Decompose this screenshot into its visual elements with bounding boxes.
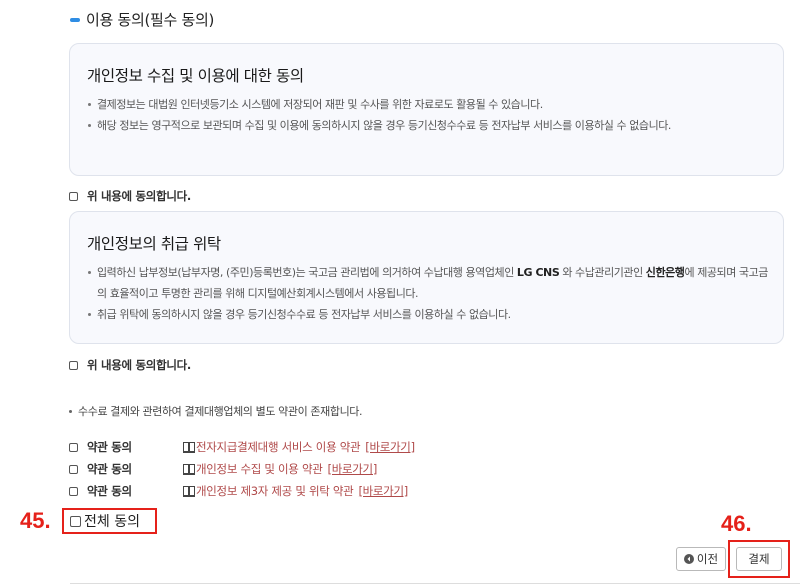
terms-label[interactable]: 약관 동의 bbox=[87, 461, 183, 477]
terms-link[interactable]: [바로가기] bbox=[358, 483, 408, 499]
agree-checkbox[interactable] bbox=[69, 360, 78, 370]
agree-label[interactable]: 위 내용에 동의합니다. bbox=[87, 357, 191, 373]
terms-checkbox[interactable] bbox=[69, 486, 78, 496]
book-icon bbox=[183, 485, 195, 497]
terms-row-payment-service: 약관 동의 전자지급결제대행 서비스 이용 약관 [바로가기] bbox=[69, 439, 415, 455]
annotation-46: 46. bbox=[721, 511, 752, 536]
pay-button-highlight: 결제 bbox=[728, 540, 790, 578]
bank-name: 신한은행 bbox=[645, 266, 685, 279]
all-agree-label[interactable]: 전체 동의 bbox=[84, 511, 140, 531]
agree-checkbox[interactable] bbox=[69, 191, 78, 201]
annotation-45: 45. bbox=[20, 508, 51, 533]
consent-bullets: 결제정보는 대법원 인터넷등기소 시스템에 저장되어 재판 및 수사를 위한 자… bbox=[87, 94, 769, 136]
bullet-dot-icon bbox=[69, 409, 72, 413]
pay-button[interactable]: 결제 bbox=[736, 547, 782, 571]
consent-box-title: 개인정보의 취급 위탁 bbox=[87, 235, 221, 253]
agree-label[interactable]: 위 내용에 동의합니다. bbox=[87, 188, 191, 204]
section-bullet-icon bbox=[70, 17, 80, 22]
book-icon bbox=[183, 463, 195, 475]
consent-bullet: 결제정보는 대법원 인터넷등기소 시스템에 저장되어 재판 및 수사를 위한 자… bbox=[87, 94, 769, 115]
consent-box-title: 개인정보 수집 및 이용에 대한 동의 bbox=[87, 67, 304, 85]
consent-bullet: 해당 정보는 영구적으로 보관되며 수집 및 이용에 동의하시지 않을 경우 등… bbox=[87, 115, 769, 136]
terms-name: 개인정보 수집 및 이용 약관 bbox=[196, 462, 323, 476]
book-icon bbox=[183, 441, 195, 453]
all-agree-checkbox-row[interactable]: 전체 동의 bbox=[62, 508, 157, 534]
chevron-left-icon bbox=[683, 554, 694, 564]
prev-button-label: 이전 bbox=[696, 552, 719, 566]
terms-label[interactable]: 약관 동의 bbox=[87, 483, 183, 499]
bottom-divider bbox=[70, 583, 800, 584]
terms-checkbox[interactable] bbox=[69, 464, 78, 474]
consent-bullet: 취급 위탁에 동의하시지 않을 경우 등기신청수수료 등 전자납부 서비스를 이… bbox=[87, 304, 769, 325]
terms-name: 전자지급결제대행 서비스 이용 약관 bbox=[196, 440, 361, 454]
all-agree-checkbox[interactable] bbox=[70, 515, 81, 527]
company-name: LG CNS bbox=[516, 266, 560, 279]
terms-row-third-party: 약관 동의 개인정보 제3자 제공 및 위탁 약관 [바로가기] bbox=[69, 483, 408, 499]
consent-box-personal-info: 개인정보 수집 및 이용에 대한 동의 결제정보는 대법원 인터넷등기소 시스템… bbox=[69, 43, 784, 176]
agree-checkbox-row-2[interactable]: 위 내용에 동의합니다. bbox=[69, 357, 191, 373]
pay-button-label: 결제 bbox=[748, 552, 770, 566]
terms-checkbox[interactable] bbox=[69, 442, 78, 452]
prev-button[interactable]: 이전 bbox=[676, 547, 726, 571]
section-title-text: 이용 동의(필수 동의) bbox=[86, 11, 215, 29]
terms-name: 개인정보 제3자 제공 및 위탁 약관 bbox=[196, 484, 354, 498]
terms-row-personal-info: 약관 동의 개인정보 수집 및 이용 약관 [바로가기] bbox=[69, 461, 377, 477]
consent-bullets: 입력하신 납부정보(납부자명, (주민)등록번호)는 국고금 관리법에 의거하여… bbox=[87, 262, 769, 325]
payment-terms-note: 수수료 결제와 관련하여 결제대행업체의 별도 약관이 존재합니다. bbox=[69, 403, 363, 419]
terms-link[interactable]: [바로가기] bbox=[328, 461, 378, 477]
consent-bullet: 입력하신 납부정보(납부자명, (주민)등록번호)는 국고금 관리법에 의거하여… bbox=[87, 262, 769, 304]
agree-checkbox-row-1[interactable]: 위 내용에 동의합니다. bbox=[69, 188, 191, 204]
terms-link[interactable]: [바로가기] bbox=[365, 439, 415, 455]
terms-label[interactable]: 약관 동의 bbox=[87, 439, 183, 455]
section-title: 이용 동의(필수 동의) bbox=[70, 9, 214, 30]
consent-box-outsourcing: 개인정보의 취급 위탁 입력하신 납부정보(납부자명, (주민)등록번호)는 국… bbox=[69, 211, 784, 344]
